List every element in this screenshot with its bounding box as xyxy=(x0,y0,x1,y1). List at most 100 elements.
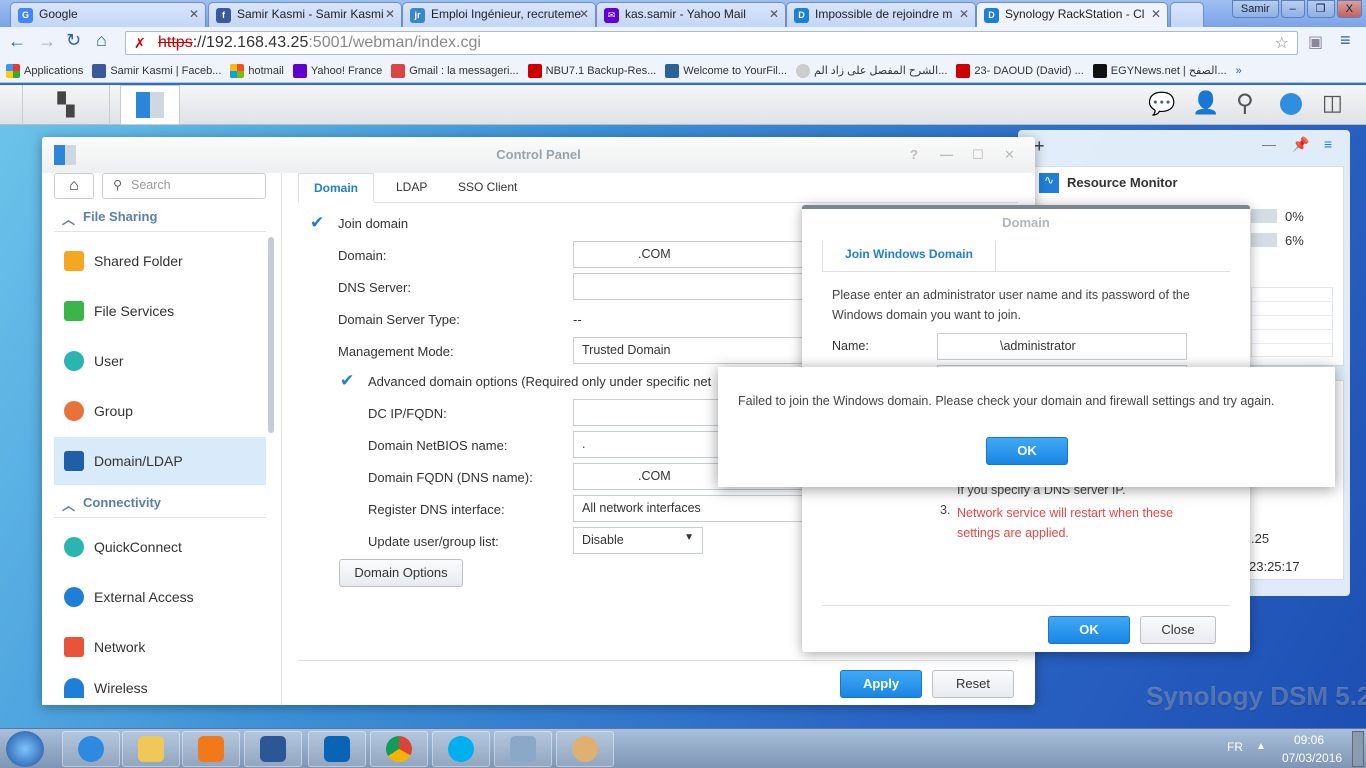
bookmark[interactable]: EGYNews.net | الصفح... xyxy=(1092,63,1227,78)
tab-join-windows-domain[interactable]: Join Windows Domain xyxy=(822,241,996,271)
maximize-button[interactable]: ❐ xyxy=(1306,0,1335,18)
error-ok-button[interactable]: OK xyxy=(986,437,1068,465)
close-button[interactable]: Close xyxy=(1140,616,1216,644)
clock-time[interactable]: 09:06 xyxy=(1294,733,1324,747)
tab-domain[interactable]: Domain xyxy=(298,173,374,203)
sidebar-item-user[interactable]: User xyxy=(54,337,266,385)
start-button[interactable] xyxy=(6,731,44,767)
taskbar-explorer[interactable] xyxy=(122,731,180,767)
sidebar-scrollbar[interactable] xyxy=(268,237,274,433)
help-icon[interactable]: ? xyxy=(910,137,918,173)
apply-button[interactable]: Apply xyxy=(840,670,922,698)
domain-input[interactable]: .COM xyxy=(573,241,813,268)
domain-options-button[interactable]: Domain Options xyxy=(339,559,463,587)
pin-icon[interactable]: 📌 xyxy=(1292,136,1309,153)
home-icon[interactable]: ⌂ xyxy=(96,30,107,51)
close-tab-icon[interactable]: ✕ xyxy=(385,7,395,21)
back-icon[interactable]: ← xyxy=(8,31,26,52)
sidebar-item-wireless[interactable]: Wireless xyxy=(54,673,266,703)
bookmark[interactable]: Samir Kasmi | Faceb... xyxy=(92,63,221,78)
bookmark[interactable]: hotmail xyxy=(230,63,284,78)
close-tab-icon[interactable]: ✕ xyxy=(189,7,199,21)
taskbar-network-app[interactable] xyxy=(494,731,552,767)
bookmark[interactable]: Yahoo! France xyxy=(292,63,382,78)
close-tab-icon[interactable]: ✕ xyxy=(579,7,589,21)
user-profile-button[interactable]: Samir xyxy=(1231,0,1279,18)
sidebar-item-group[interactable]: Group xyxy=(54,387,266,435)
browser-tab[interactable]: f Samir Kasmi - Samir Kasmi ✕ xyxy=(208,2,402,27)
bookmark[interactable]: الشرح المفصل على زاد الم... xyxy=(796,63,947,78)
sidebar-item-quickconnect[interactable]: QuickConnect xyxy=(54,523,266,571)
bookmark-star-icon[interactable]: ☆ xyxy=(1275,33,1289,53)
management-mode-select[interactable]: Trusted Domain xyxy=(573,337,813,364)
browser-tab[interactable]: jr Emploi Ingénieur, recruteme ✕ xyxy=(402,2,596,27)
join-domain-checkbox[interactable]: ✔ xyxy=(310,214,326,232)
close-tab-icon[interactable]: ✕ xyxy=(769,7,779,21)
sidebar-item-domain-ldap[interactable]: Domain/LDAP xyxy=(54,437,266,485)
bookmark[interactable]: Welcome to YourFil... xyxy=(665,63,787,78)
reload-icon[interactable]: ↻ xyxy=(66,30,81,51)
extension-icon[interactable]: ▣ xyxy=(1308,32,1323,52)
ram-usage: 6% xyxy=(1285,233,1304,248)
home-button[interactable]: ⌂ xyxy=(54,173,94,199)
forward-icon[interactable]: → xyxy=(38,31,56,52)
notifications-icon[interactable]: 💬 xyxy=(1148,91,1175,117)
bookmark-apps[interactable]: Applications xyxy=(6,63,83,78)
bookmark[interactable]: 23- DAOUD (David) ... xyxy=(956,63,1084,78)
menu-icon[interactable]: ≡ xyxy=(1340,30,1351,51)
url-input[interactable]: ✗ https://192.168.43.25:5001/webman/inde… xyxy=(125,31,1298,55)
taskbar-word[interactable] xyxy=(244,731,302,767)
section-file-sharing[interactable]: ︿ File Sharing xyxy=(62,209,157,228)
taskbar-chrome[interactable] xyxy=(370,731,428,767)
minimize-icon[interactable]: — xyxy=(940,137,953,173)
tray-expand-icon[interactable]: ▲ xyxy=(1256,741,1266,752)
taskbar-skype[interactable] xyxy=(432,731,490,767)
maximize-icon[interactable]: ☐ xyxy=(972,137,984,173)
close-tab-icon[interactable]: ✕ xyxy=(1151,7,1161,21)
close-tab-icon[interactable]: ✕ xyxy=(959,7,969,21)
register-dns-interface-select[interactable]: All network interfaces xyxy=(573,495,813,522)
tab-ldap[interactable]: LDAP xyxy=(396,180,427,194)
close-window-button[interactable]: X xyxy=(1336,0,1362,18)
browser-tab[interactable]: G Google ✕ xyxy=(10,2,206,27)
new-tab-button[interactable] xyxy=(1170,2,1204,27)
section-connectivity[interactable]: ︿ Connectivity xyxy=(62,495,161,514)
taskbar-outlook[interactable] xyxy=(308,731,366,767)
widgets-gauge-icon[interactable] xyxy=(1280,93,1302,115)
name-input[interactable]: \administrator xyxy=(937,333,1187,360)
update-user-group-select[interactable]: Disable ▼ xyxy=(573,527,703,554)
paint-icon xyxy=(572,736,598,762)
language-indicator[interactable]: FR xyxy=(1227,740,1243,754)
browser-tab[interactable]: D Impossible de rejoindre m ✕ xyxy=(786,2,976,27)
sidebar-item-shared-folder[interactable]: Shared Folder xyxy=(54,237,266,285)
main-menu-icon[interactable]: ▚ xyxy=(22,85,110,125)
bookmark[interactable]: NBU7.1 Backup-Res... xyxy=(527,63,656,78)
search-input[interactable]: ⚲ Search xyxy=(102,173,266,199)
minimize-button[interactable]: – xyxy=(1280,0,1305,18)
dns-server-input[interactable] xyxy=(573,273,813,300)
reset-button[interactable]: Reset xyxy=(932,670,1014,698)
sidebar-item-external-access[interactable]: External Access xyxy=(54,573,266,621)
show-desktop-button[interactable] xyxy=(1352,731,1364,767)
user-icon[interactable]: 👤 xyxy=(1192,90,1219,116)
search-icon[interactable]: ⚲ xyxy=(1236,89,1254,118)
widget-panel-icon[interactable]: ≡ xyxy=(1324,136,1332,152)
clock-date[interactable]: 07/03/2016 xyxy=(1282,751,1342,765)
browser-tab[interactable]: ✉ kas.samir - Yahoo Mail ✕ xyxy=(596,2,786,27)
close-icon[interactable]: ✕ xyxy=(1004,137,1015,173)
browser-tab-active[interactable]: D Synology RackStation - Cl ✕ xyxy=(976,2,1168,27)
tab-sso-client[interactable]: SSO Client xyxy=(458,180,517,194)
control-panel-taskbar-button[interactable] xyxy=(120,85,180,125)
bookmark[interactable]: Gmail : la messageri... xyxy=(391,63,519,78)
sidebar-item-file-services[interactable]: File Services xyxy=(54,287,266,335)
taskbar-paint[interactable] xyxy=(556,731,614,767)
sidebar-item-network[interactable]: Network xyxy=(54,623,266,671)
taskbar-media-player[interactable] xyxy=(182,731,240,767)
show-desktop-icon[interactable]: ◫ xyxy=(1322,90,1343,116)
advanced-options-checkbox[interactable]: ✔ xyxy=(340,372,356,390)
ok-button[interactable]: OK xyxy=(1048,616,1130,644)
taskbar-internet-explorer[interactable] xyxy=(62,731,120,767)
more-bookmarks-button[interactable]: » xyxy=(1236,65,1242,77)
add-widget-icon[interactable]: + xyxy=(1034,136,1045,157)
minimize-widget-icon[interactable]: — xyxy=(1262,136,1276,152)
